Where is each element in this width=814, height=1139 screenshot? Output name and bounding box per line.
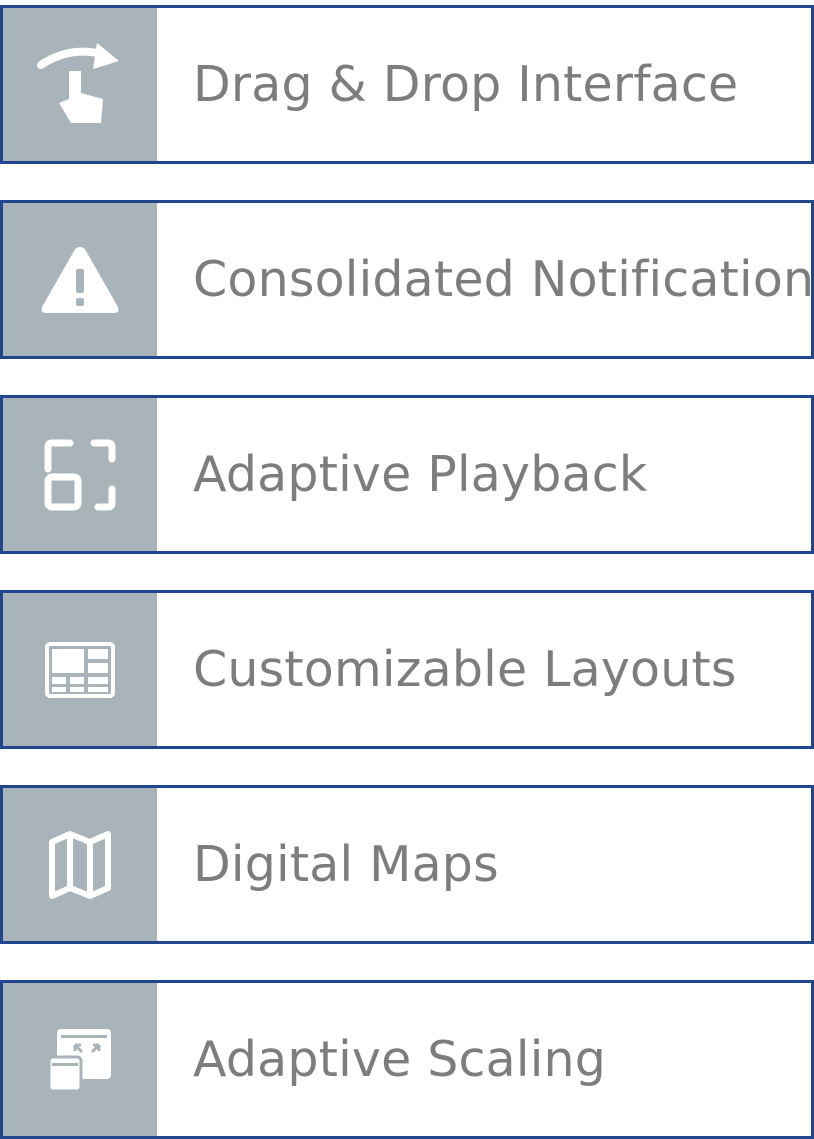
adaptive-playback-icon [44,439,116,510]
feature-custom-layouts: Customizable Layouts [0,590,814,749]
feature-label: Digital Maps [193,836,499,893]
feature-label: Consolidated Notifications [193,251,814,308]
feature-digital-maps: Digital Maps [0,785,814,944]
feature-label: Drag & Drop Interface [193,56,739,113]
feature-label: Adaptive Playback [193,446,648,503]
map-icon [49,830,111,899]
scaling-icon [47,1028,111,1092]
warning-icon [41,246,119,313]
feature-drag-drop: Drag & Drop Interface [0,5,814,164]
feature-notifications: Consolidated Notifications [0,200,814,359]
layout-grid-icon [45,641,115,698]
feature-icon-panel [3,398,157,551]
feature-label: Adaptive Scaling [193,1031,607,1088]
feature-icon-panel [3,8,157,161]
feature-icon-panel [3,203,157,356]
feature-label: Customizable Layouts [193,641,737,698]
feature-adaptive-playback: Adaptive Playback [0,395,814,554]
feature-icon-panel [3,593,157,746]
feature-icon-panel [3,983,157,1136]
feature-list: Drag & Drop Interface Consolidated Notif… [0,0,814,1139]
drag-drop-icon [37,42,119,123]
feature-icon-panel [3,788,157,941]
feature-adaptive-scaling: Adaptive Scaling [0,980,814,1139]
